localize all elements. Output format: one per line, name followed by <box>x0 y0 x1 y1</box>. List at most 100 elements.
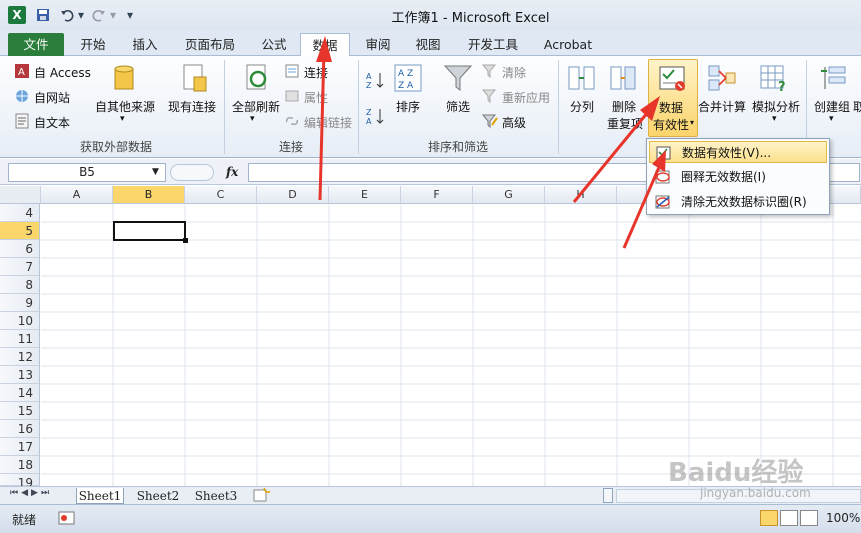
properties-icon <box>284 88 300 104</box>
row-header[interactable]: 14 <box>0 384 40 402</box>
row-header[interactable]: 5 <box>0 222 40 240</box>
select-all-corner[interactable] <box>0 186 41 204</box>
group-separator <box>358 60 359 154</box>
sort-za-icon[interactable]: ZA <box>366 106 386 126</box>
page-break-view-icon[interactable] <box>800 510 818 526</box>
column-header-a[interactable]: A <box>41 186 113 204</box>
page-layout-view-icon[interactable] <box>780 510 798 526</box>
properties-button[interactable]: 属性 <box>304 89 328 106</box>
window-title: 工作簿1 - Microsoft Excel <box>391 11 550 26</box>
zoom-level[interactable]: 100% <box>826 511 860 525</box>
tab-home[interactable]: 开始 <box>70 33 116 56</box>
macro-record-icon[interactable] <box>58 510 76 526</box>
active-cell-b5[interactable] <box>113 221 186 241</box>
from-text-button[interactable]: 自文本 <box>34 114 70 131</box>
group-label-get-external: 获取外部数据 <box>79 140 152 154</box>
column-header-g[interactable]: G <box>473 186 545 204</box>
tab-formulas[interactable]: 公式 <box>252 33 296 56</box>
reapply-button[interactable]: 重新应用 <box>502 89 550 106</box>
what-if-dropdown-icon[interactable]: ▾ <box>772 114 777 124</box>
row-header[interactable]: 19 <box>0 474 40 490</box>
row-header[interactable]: 17 <box>0 438 40 456</box>
sheet-navigation-icons[interactable]: ⏮◀▶⏭ <box>10 488 52 498</box>
row-header[interactable]: 16 <box>0 420 40 438</box>
fill-handle[interactable] <box>183 238 188 243</box>
column-header-e[interactable]: E <box>329 186 401 204</box>
text-to-columns-button[interactable]: 分列 <box>570 98 594 115</box>
row-header[interactable]: 6 <box>0 240 40 258</box>
sort-az-icon[interactable]: AZ <box>366 70 386 90</box>
advanced-button[interactable]: 高级 <box>502 114 526 131</box>
tab-insert[interactable]: 插入 <box>122 33 168 56</box>
refresh-dropdown-icon[interactable]: ▾ <box>250 114 255 124</box>
name-box-dropdown-icon[interactable]: ▼ <box>152 163 159 182</box>
tab-acrobat[interactable]: Acrobat <box>536 33 600 56</box>
create-group-button[interactable]: 创建组 <box>814 98 850 115</box>
menu-item-circle-invalid[interactable]: 圈释无效数据(I) <box>649 166 827 188</box>
tab-split-handle[interactable] <box>603 488 613 503</box>
row-header[interactable]: 13 <box>0 366 40 384</box>
watermark-url: jingyan.baidu.com <box>700 486 811 500</box>
connections-icon <box>284 63 300 79</box>
column-header-c[interactable]: C <box>185 186 257 204</box>
svg-text:A: A <box>366 72 372 81</box>
from-web-button[interactable]: 自网站 <box>34 89 70 106</box>
group-icon <box>818 62 850 94</box>
row-header[interactable]: 12 <box>0 348 40 366</box>
tab-data[interactable]: 数据 <box>300 33 350 56</box>
sheet-tab-3[interactable]: Sheet3 <box>192 488 240 504</box>
refresh-all-button[interactable]: 全部刷新 <box>232 98 280 115</box>
existing-connections-button[interactable]: 现有连接 <box>168 98 216 115</box>
data-validation-menu: 数据有效性(V)... 圈释无效数据(I) 清除无效数据标识圈(R) <box>646 138 830 215</box>
text-to-columns-icon <box>566 62 598 94</box>
row-header[interactable]: 4 <box>0 204 40 222</box>
ungroup-button-partial[interactable]: 取 <box>853 98 861 115</box>
menu-item-data-validation[interactable]: 数据有效性(V)... <box>649 141 827 163</box>
sheet-tab-2[interactable]: Sheet2 <box>134 488 182 504</box>
sort-button[interactable]: 排序 <box>396 98 420 115</box>
insert-sheet-icon[interactable] <box>252 487 270 503</box>
consolidate-button[interactable]: 合并计算 <box>698 98 746 115</box>
connections-button[interactable]: 连接 <box>304 64 328 81</box>
svg-text:Z: Z <box>366 81 372 90</box>
remove-duplicates-label-1[interactable]: 删除 <box>612 98 636 115</box>
column-header-d[interactable]: D <box>257 186 329 204</box>
column-header-b[interactable]: B <box>113 186 185 204</box>
filter-button[interactable]: 筛选 <box>446 98 470 115</box>
tab-developer[interactable]: 开发工具 <box>460 33 526 56</box>
remove-duplicates-label-2[interactable]: 重复项 <box>607 115 643 132</box>
row-header[interactable]: 7 <box>0 258 40 276</box>
row-header[interactable]: 10 <box>0 312 40 330</box>
column-header-f[interactable]: F <box>401 186 473 204</box>
row-header[interactable]: 18 <box>0 456 40 474</box>
clear-button[interactable]: 清除 <box>502 64 526 81</box>
row-header[interactable]: 15 <box>0 402 40 420</box>
from-other-sources-button[interactable]: 自其他来源 <box>95 98 155 115</box>
tab-page-layout[interactable]: 页面布局 <box>176 33 244 56</box>
from-access-button[interactable]: 自 Access <box>34 64 91 81</box>
data-validation-button[interactable]: 数据 有效性 ▾ <box>648 59 698 137</box>
tab-file[interactable]: 文件 <box>8 33 64 56</box>
what-if-analysis-button[interactable]: 模拟分析 <box>752 98 800 115</box>
data-validation-dropdown-icon[interactable]: ▾ <box>690 118 694 127</box>
tab-review[interactable]: 审阅 <box>356 33 400 56</box>
edit-links-button[interactable]: 编辑链接 <box>304 114 352 131</box>
row-header[interactable]: 11 <box>0 330 40 348</box>
name-box[interactable]: B5 <box>8 163 166 182</box>
sheet-tab-1[interactable]: Sheet1 <box>76 488 124 504</box>
row-header[interactable]: 8 <box>0 276 40 294</box>
menu-item-clear-circles[interactable]: 清除无效数据标识圈(R) <box>649 191 827 213</box>
svg-text:?: ? <box>778 80 786 93</box>
formula-bar-expander[interactable] <box>170 164 214 181</box>
group-dropdown-icon[interactable]: ▾ <box>829 114 834 124</box>
row-header[interactable]: 9 <box>0 294 40 312</box>
insert-function-icon[interactable]: fx <box>226 165 238 179</box>
tab-view[interactable]: 视图 <box>406 33 450 56</box>
worksheet-grid[interactable]: A B C D E F G H 4 5 6 7 8 9 10 11 12 13 … <box>0 186 861 490</box>
normal-view-icon[interactable] <box>760 510 778 526</box>
column-header-h[interactable]: H <box>545 186 617 204</box>
access-icon: A <box>14 63 30 79</box>
group-label-connections: 连接 <box>278 140 303 154</box>
from-other-dropdown-icon[interactable]: ▾ <box>120 114 125 124</box>
sort-icon: A Z Z A <box>392 62 424 94</box>
